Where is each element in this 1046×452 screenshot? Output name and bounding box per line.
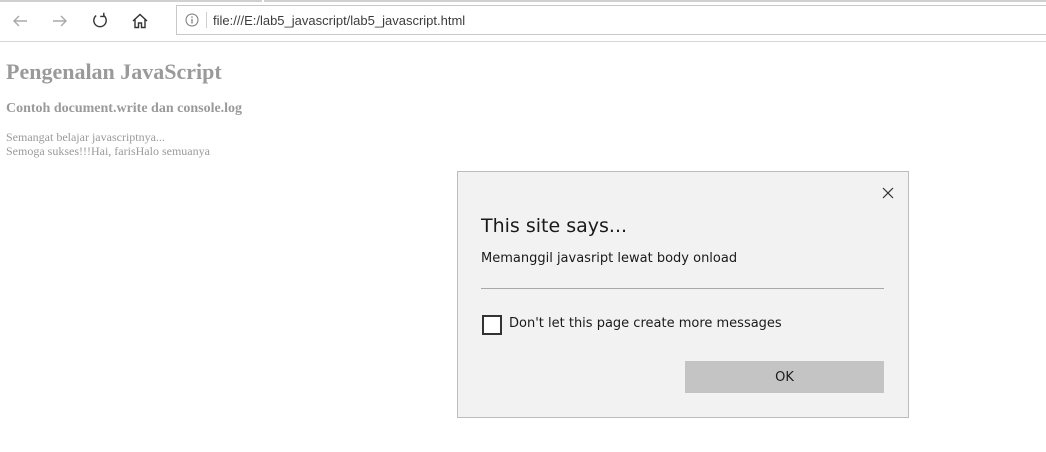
forward-button[interactable]	[46, 7, 74, 35]
page-content: Pengenalan JavaScript Contoh document.wr…	[6, 59, 1036, 158]
back-button[interactable]	[6, 7, 34, 35]
tab-strip-edge	[0, 0, 1046, 2]
home-icon	[132, 13, 148, 29]
address-bar[interactable]: file:///E:/lab5_javascript/lab5_javascri…	[176, 5, 1046, 35]
page-subtitle: Contoh document.write dan console.log	[6, 101, 243, 116]
dialog-title: This site says...	[481, 215, 628, 237]
dialog-separator	[481, 288, 884, 289]
page-text-line: Semoga sukses!!!Hai, farisHalo semuanya	[6, 144, 210, 158]
alert-dialog: This site says... Memanggil javasript le…	[457, 171, 909, 418]
tab-strip-gap	[262, 0, 264, 2]
info-icon[interactable]	[185, 13, 199, 27]
back-arrow-icon	[13, 15, 27, 27]
dialog-close-button[interactable]	[878, 183, 898, 203]
suppress-messages-label[interactable]: Don't let this page create more messages	[509, 316, 782, 331]
forward-arrow-icon	[53, 15, 67, 27]
page-title: Pengenalan JavaScript	[6, 59, 222, 84]
refresh-button[interactable]	[86, 7, 114, 35]
url-divider	[206, 12, 207, 28]
refresh-icon	[93, 12, 107, 28]
ok-button[interactable]: OK	[685, 361, 884, 393]
dialog-message: Memanggil javasript lewat body onload	[481, 251, 738, 266]
browser-toolbar: file:///E:/lab5_javascript/lab5_javascri…	[0, 0, 1046, 42]
suppress-messages-checkbox[interactable]	[482, 315, 502, 335]
close-icon	[882, 187, 894, 199]
page-text: Semangat belajar javascriptnya... Semoga…	[6, 130, 1036, 158]
home-button[interactable]	[126, 7, 154, 35]
page-text-line: Semangat belajar javascriptnya...	[6, 130, 165, 144]
url-text[interactable]: file:///E:/lab5_javascript/lab5_javascri…	[213, 13, 465, 28]
